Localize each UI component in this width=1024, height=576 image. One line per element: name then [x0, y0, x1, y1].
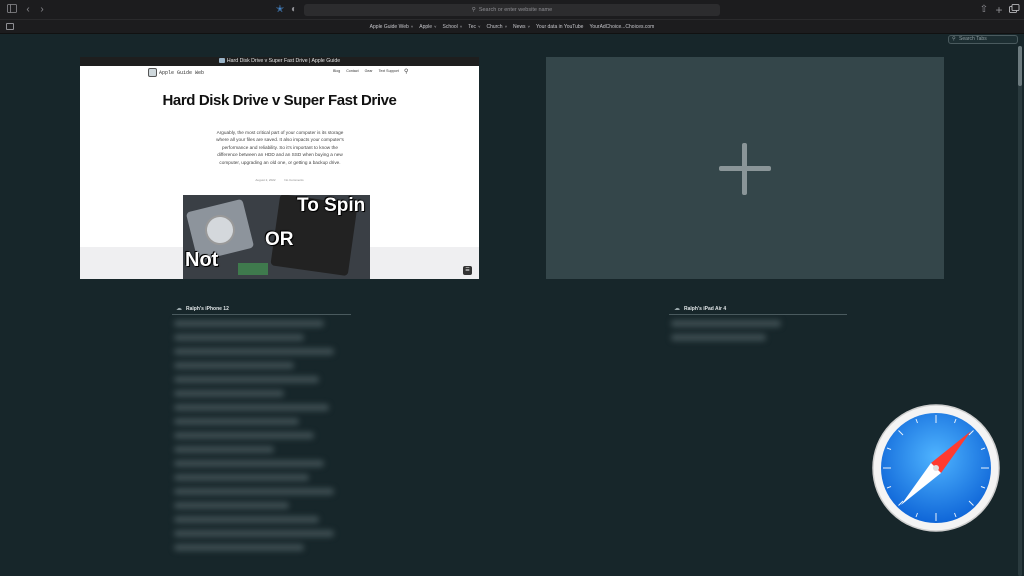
cloud-icon: ☁ — [674, 306, 680, 312]
bookmark-adchoices[interactable]: YourAdChoice...Choices.com — [589, 24, 654, 30]
search-icon: ⚲ — [471, 7, 476, 13]
bookmark-church[interactable]: Church ˅ — [486, 24, 507, 30]
chevron-down-icon: ˅ — [433, 24, 437, 29]
bookmark-apple[interactable]: Apple ˅ — [419, 24, 436, 30]
bookmark-school[interactable]: School ˅ — [442, 24, 462, 30]
bookmark-tec[interactable]: Tec ˅ — [468, 24, 480, 30]
site-nav-item: Contact — [346, 69, 359, 73]
chevron-down-icon: ˅ — [503, 24, 508, 29]
site-search-icon: ⚲ — [404, 69, 409, 75]
tab-title: Hard Disk Drive v Super Fast Drive | App… — [226, 58, 341, 64]
address-bar[interactable]: ⚲ Search or enter website name — [304, 4, 720, 16]
sidebar-toggle-icon[interactable] — [6, 4, 18, 16]
article-body: Arguably, the most critical part of your… — [216, 130, 344, 165]
search-tabs-input[interactable]: ⚲ Search Tabs — [948, 35, 1018, 44]
cloud-icon: ☁ — [176, 306, 182, 312]
favicon-icon — [218, 58, 225, 64]
address-placeholder: Search or enter website name — [478, 7, 553, 13]
iphone-tabs-list — [174, 320, 350, 558]
scrollbar-track[interactable] — [1018, 46, 1022, 576]
search-icon: ⚲ — [952, 36, 956, 42]
privacy-shield-icon[interactable]: ◐ — [288, 4, 300, 16]
device-ipad-header: ☁ Ralph's iPad Air 4 — [674, 306, 727, 312]
article-comments: No Comments — [284, 178, 304, 182]
bookmark-apple-guide-web[interactable]: Apple Guide Web ˅ — [370, 24, 414, 30]
chevron-down-icon: ˅ — [409, 24, 414, 29]
device-iphone-header: ☁ Ralph's iPhone 12 — [176, 306, 229, 312]
plus-icon — [742, 143, 747, 195]
reader-icon: ☰ — [463, 266, 472, 275]
logo-icon — [148, 68, 157, 77]
bookmarks-list: Apple Guide Web ˅ Apple ˅ School ˅ Tec ˅… — [0, 20, 1024, 34]
chevron-down-icon: ˅ — [458, 24, 463, 29]
site-nav-item: Blog — [333, 69, 341, 73]
search-tabs-placeholder: Search Tabs — [959, 36, 987, 42]
back-icon[interactable]: ‹ — [22, 4, 34, 16]
site-nav: Blog Contact Gear Text Support — [333, 69, 399, 73]
extension-icon[interactable]: ✭ — [274, 4, 286, 16]
hero-text-spin: To Spin — [297, 195, 366, 216]
hero-text-or: OR — [265, 229, 294, 250]
forward-icon[interactable]: › — [36, 4, 48, 16]
article-title: Hard Disk Drive v Super Fast Drive — [162, 92, 397, 109]
tab-title-bar: Hard Disk Drive v Super Fast Drive | App… — [80, 57, 479, 66]
divider — [669, 314, 847, 315]
ipad-tabs-list — [671, 320, 791, 348]
chevron-down-icon: ˅ — [526, 24, 531, 29]
chevron-down-icon: ˅ — [477, 24, 481, 29]
article-date: August 2, 2022 — [255, 178, 276, 182]
site-nav-item: Gear — [364, 69, 373, 73]
browser-toolbar: ‹ › ✭ ◐ ⚲ Search or enter website name ⇧ … — [0, 0, 1024, 20]
site-nav-item: Text Support — [378, 69, 399, 73]
hero-image: To Spin OR Not — [183, 195, 370, 279]
bookmarks-bar: Apple Guide Web ˅ Apple ˅ School ˅ Tec ˅… — [0, 20, 1024, 34]
bookmark-youtube-data[interactable]: Your data in YouTube — [536, 24, 583, 30]
article-meta: August 2, 2022 No Comments — [80, 178, 479, 182]
safari-compass-icon — [872, 404, 1000, 532]
share-icon[interactable]: ⇧ — [978, 4, 990, 16]
divider — [172, 314, 351, 315]
hero-text-not: Not — [185, 249, 219, 271]
site-logo: Apple Guide Web — [148, 68, 204, 77]
new-tab-icon[interactable]: + — [993, 4, 1005, 16]
tab-overview-icon[interactable] — [1008, 4, 1020, 16]
bookmark-news[interactable]: News ˅ — [513, 24, 530, 30]
scrollbar-thumb[interactable] — [1018, 46, 1022, 86]
